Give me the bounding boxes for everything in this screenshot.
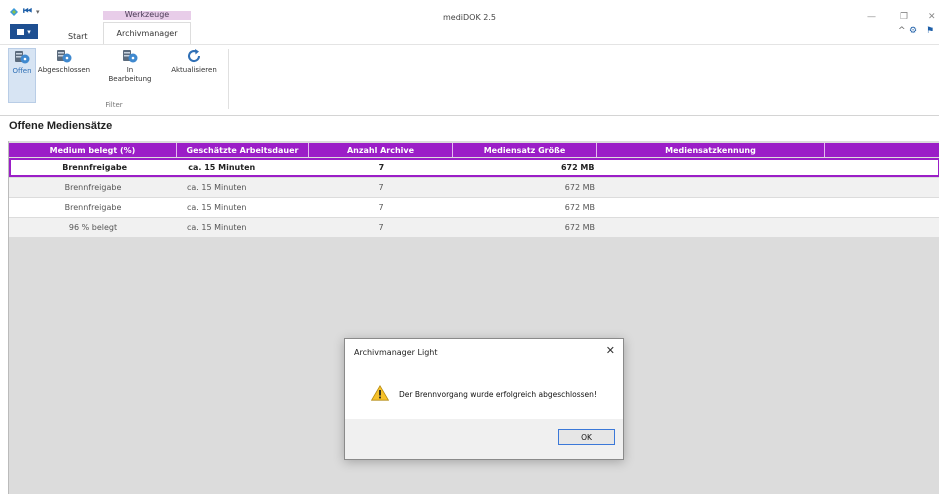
ribbon-group-divider (228, 49, 229, 109)
cell-empty (825, 178, 939, 197)
page-title: Offene Mediensätze (9, 120, 113, 132)
dialog-title: Archivmanager Light (354, 348, 438, 357)
message-dialog: Archivmanager Light ✕ Der Brennvorgang w… (344, 338, 624, 460)
cell-empty (823, 160, 938, 175)
title-bar: ⏮ ▾ Werkzeuge mediDOK 2.5 — ❐ ✕ ^ ⚙ ⚑ (0, 0, 939, 36)
cell-id (597, 198, 825, 217)
cell-archive-count: 7 (378, 203, 384, 212)
dialog-footer: OK (345, 419, 623, 459)
column-header[interactable]: Mediensatz Größe (453, 143, 597, 157)
table-header: Medium belegt (%) Geschätzte Arbeitsdaue… (9, 143, 939, 157)
table-row[interactable]: 96 % belegt ca. 15 Minuten 7 672 MB (9, 218, 939, 237)
warning-icon (371, 385, 389, 401)
column-header[interactable]: Anzahl Archive (309, 143, 453, 157)
table-row[interactable]: Brennfreigabe ca. 15 Minuten 7 672 MB (9, 198, 939, 217)
ok-button[interactable]: OK (558, 429, 615, 445)
aktualisieren-label: Aktualisieren (171, 66, 217, 74)
ribbon-group-label: Filter (105, 101, 123, 109)
dialog-close-button[interactable]: ✕ (606, 344, 615, 357)
cell-empty (825, 218, 939, 237)
cell-id (597, 218, 825, 237)
cell-id (597, 178, 825, 197)
disc-filter-icon (57, 50, 72, 63)
cell-size: 672 MB (560, 163, 595, 172)
refresh-icon (188, 49, 201, 63)
tab-archivmanager[interactable]: Archivmanager (103, 22, 191, 44)
menu-icon (17, 28, 25, 35)
filter-in-bearbeitung-button[interactable]: In Bearbeitung (106, 48, 154, 84)
filter-abgeschlossen-label: Abgeschlossen (37, 66, 91, 74)
column-header[interactable]: Geschätzte Arbeitsdauer (177, 143, 309, 157)
ribbon: Offen Abgeschlossen In Bearbeitung Aktua… (0, 44, 939, 116)
ribbon-tabs: ▾ Start Archivmanager (0, 20, 939, 44)
file-menu-button[interactable]: ▾ (10, 24, 38, 39)
filter-offen-label: Offen (12, 67, 32, 75)
cell-medium: 96 % belegt (68, 223, 118, 232)
cell-archive-count: 7 (378, 223, 384, 232)
cell-duration: ca. 15 Minuten (187, 183, 247, 192)
disc-filter-icon (123, 50, 138, 63)
cell-duration: ca. 15 Minuten (188, 163, 256, 172)
column-header[interactable]: Medium belegt (%) (9, 143, 177, 157)
cell-medium: Brennfreigabe (64, 183, 122, 192)
cell-duration: ca. 15 Minuten (187, 203, 247, 212)
column-header[interactable] (825, 143, 939, 157)
cell-empty (825, 198, 939, 217)
cell-medium: Brennfreigabe (64, 203, 122, 212)
cell-archive-count: 7 (378, 183, 384, 192)
cell-size: 672 MB (564, 203, 595, 212)
filter-in-bearbeitung-label-2: Bearbeitung (108, 75, 152, 83)
filter-in-bearbeitung-label-1: In (126, 66, 134, 74)
cell-duration: ca. 15 Minuten (187, 223, 247, 232)
filter-offen-button[interactable]: Offen (8, 48, 36, 103)
dialog-message: Der Brennvorgang wurde erfolgreich abges… (399, 390, 597, 399)
table-row[interactable]: Brennfreigabe ca. 15 Minuten 7 672 MB (9, 178, 939, 197)
tab-start[interactable]: Start (68, 32, 88, 41)
disc-filter-icon (15, 51, 30, 64)
cell-size: 672 MB (564, 223, 595, 232)
cell-id (596, 160, 823, 175)
filter-abgeschlossen-button[interactable]: Abgeschlossen (38, 48, 90, 75)
cell-size: 672 MB (564, 183, 595, 192)
cell-archive-count: 7 (378, 163, 385, 172)
chevron-down-icon: ▾ (27, 27, 31, 36)
column-header[interactable]: Mediensatzkennung (597, 143, 825, 157)
aktualisieren-button[interactable]: Aktualisieren (163, 48, 225, 75)
table-row[interactable]: Brennfreigabe ca. 15 Minuten 7 672 MB (9, 158, 939, 177)
cell-medium: Brennfreigabe (62, 163, 127, 172)
